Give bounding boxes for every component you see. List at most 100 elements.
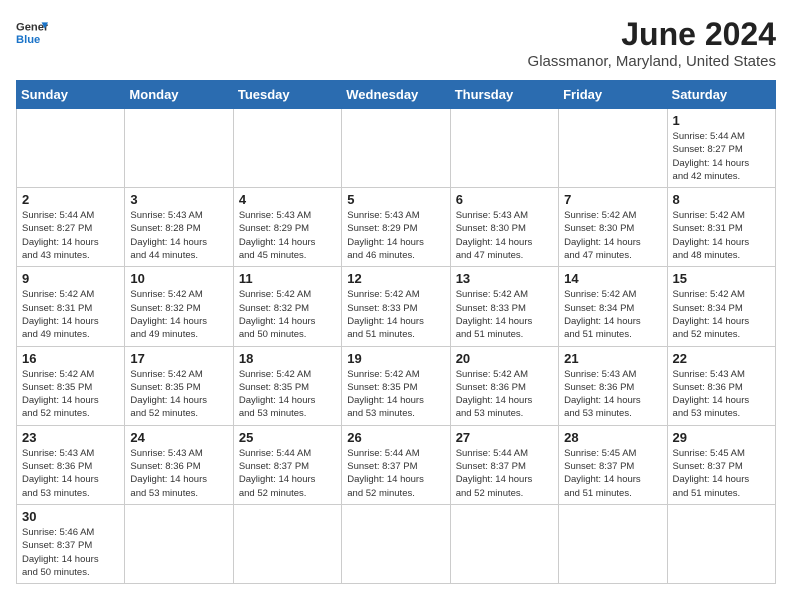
calendar-week-2: 2 Sunrise: 5:44 AM Sunset: 8:27 PM Daylig…	[17, 188, 776, 267]
calendar-week-5: 23 Sunrise: 5:43 AM Sunset: 8:36 PM Dayli…	[17, 425, 776, 504]
day-info: Sunrise: 5:44 AM Sunset: 8:27 PM Dayligh…	[673, 130, 770, 183]
day-info: Sunrise: 5:42 AM Sunset: 8:30 PM Dayligh…	[564, 209, 661, 262]
location-title: Glassmanor, Maryland, United States	[528, 53, 776, 70]
day-number: 12	[347, 271, 444, 286]
day-info: Sunrise: 5:42 AM Sunset: 8:31 PM Dayligh…	[22, 288, 119, 341]
page-header: General Blue June 2024 Glassmanor, Maryl…	[16, 16, 776, 70]
calendar-cell: 11 Sunrise: 5:42 AM Sunset: 8:32 PM Dayli…	[233, 267, 341, 346]
calendar-cell: 21 Sunrise: 5:43 AM Sunset: 8:36 PM Dayli…	[559, 346, 667, 425]
logo-icon: General Blue	[16, 16, 48, 48]
day-number: 19	[347, 351, 444, 366]
calendar-cell	[667, 504, 775, 583]
day-info: Sunrise: 5:42 AM Sunset: 8:31 PM Dayligh…	[673, 209, 770, 262]
day-number: 3	[130, 192, 227, 207]
day-number: 11	[239, 271, 336, 286]
day-number: 30	[22, 509, 119, 524]
day-info: Sunrise: 5:42 AM Sunset: 8:35 PM Dayligh…	[22, 368, 119, 421]
day-number: 25	[239, 430, 336, 445]
day-info: Sunrise: 5:43 AM Sunset: 8:29 PM Dayligh…	[347, 209, 444, 262]
weekday-header-wednesday: Wednesday	[342, 81, 450, 109]
day-info: Sunrise: 5:42 AM Sunset: 8:32 PM Dayligh…	[239, 288, 336, 341]
calendar-cell: 30 Sunrise: 5:46 AM Sunset: 8:37 PM Dayli…	[17, 504, 125, 583]
day-number: 26	[347, 430, 444, 445]
calendar-cell: 4Sunrise: 5:43 AM Sunset: 8:29 PM Daylig…	[233, 188, 341, 267]
weekday-header-monday: Monday	[125, 81, 233, 109]
calendar-cell: 15 Sunrise: 5:42 AM Sunset: 8:34 PM Dayli…	[667, 267, 775, 346]
calendar-header-row: SundayMondayTuesdayWednesdayThursdayFrid…	[17, 81, 776, 109]
day-info: Sunrise: 5:42 AM Sunset: 8:34 PM Dayligh…	[673, 288, 770, 341]
calendar-cell	[125, 109, 233, 188]
calendar-week-6: 30 Sunrise: 5:46 AM Sunset: 8:37 PM Dayli…	[17, 504, 776, 583]
calendar-cell: 16 Sunrise: 5:42 AM Sunset: 8:35 PM Dayli…	[17, 346, 125, 425]
day-number: 21	[564, 351, 661, 366]
calendar-cell	[450, 504, 558, 583]
calendar-cell	[342, 109, 450, 188]
day-number: 8	[673, 192, 770, 207]
logo: General Blue	[16, 16, 48, 48]
calendar-cell: 8 Sunrise: 5:42 AM Sunset: 8:31 PM Daylig…	[667, 188, 775, 267]
calendar-cell: 29 Sunrise: 5:45 AM Sunset: 8:37 PM Dayli…	[667, 425, 775, 504]
day-number: 13	[456, 271, 553, 286]
day-info: Sunrise: 5:46 AM Sunset: 8:37 PM Dayligh…	[22, 526, 119, 579]
calendar-cell: 12Sunrise: 5:42 AM Sunset: 8:33 PM Dayli…	[342, 267, 450, 346]
calendar-week-3: 9 Sunrise: 5:42 AM Sunset: 8:31 PM Daylig…	[17, 267, 776, 346]
title-area: June 2024 Glassmanor, Maryland, United S…	[528, 16, 776, 70]
calendar-cell: 26Sunrise: 5:44 AM Sunset: 8:37 PM Dayli…	[342, 425, 450, 504]
day-number: 10	[130, 271, 227, 286]
day-number: 15	[673, 271, 770, 286]
day-number: 16	[22, 351, 119, 366]
day-info: Sunrise: 5:45 AM Sunset: 8:37 PM Dayligh…	[564, 447, 661, 500]
day-info: Sunrise: 5:44 AM Sunset: 8:27 PM Dayligh…	[22, 209, 119, 262]
day-number: 29	[673, 430, 770, 445]
weekday-header-sunday: Sunday	[17, 81, 125, 109]
day-info: Sunrise: 5:42 AM Sunset: 8:35 PM Dayligh…	[130, 368, 227, 421]
day-number: 23	[22, 430, 119, 445]
day-info: Sunrise: 5:44 AM Sunset: 8:37 PM Dayligh…	[239, 447, 336, 500]
day-number: 17	[130, 351, 227, 366]
weekday-header-thursday: Thursday	[450, 81, 558, 109]
day-info: Sunrise: 5:42 AM Sunset: 8:34 PM Dayligh…	[564, 288, 661, 341]
calendar-cell: 1 Sunrise: 5:44 AM Sunset: 8:27 PM Daylig…	[667, 109, 775, 188]
weekday-header-saturday: Saturday	[667, 81, 775, 109]
day-number: 7	[564, 192, 661, 207]
calendar-cell: 28 Sunrise: 5:45 AM Sunset: 8:37 PM Dayli…	[559, 425, 667, 504]
day-info: Sunrise: 5:42 AM Sunset: 8:35 PM Dayligh…	[239, 368, 336, 421]
day-number: 28	[564, 430, 661, 445]
calendar-cell	[342, 504, 450, 583]
day-info: Sunrise: 5:43 AM Sunset: 8:28 PM Dayligh…	[130, 209, 227, 262]
calendar-cell: 10Sunrise: 5:42 AM Sunset: 8:32 PM Dayli…	[125, 267, 233, 346]
calendar-cell: 3 Sunrise: 5:43 AM Sunset: 8:28 PM Daylig…	[125, 188, 233, 267]
day-number: 1	[673, 113, 770, 128]
calendar-cell	[125, 504, 233, 583]
day-info: Sunrise: 5:43 AM Sunset: 8:30 PM Dayligh…	[456, 209, 553, 262]
day-number: 5	[347, 192, 444, 207]
day-info: Sunrise: 5:43 AM Sunset: 8:36 PM Dayligh…	[130, 447, 227, 500]
weekday-header-friday: Friday	[559, 81, 667, 109]
day-number: 27	[456, 430, 553, 445]
calendar-cell: 13 Sunrise: 5:42 AM Sunset: 8:33 PM Dayli…	[450, 267, 558, 346]
day-number: 9	[22, 271, 119, 286]
calendar-table: SundayMondayTuesdayWednesdayThursdayFrid…	[16, 80, 776, 584]
calendar-cell: 19Sunrise: 5:42 AM Sunset: 8:35 PM Dayli…	[342, 346, 450, 425]
day-info: Sunrise: 5:43 AM Sunset: 8:29 PM Dayligh…	[239, 209, 336, 262]
day-number: 14	[564, 271, 661, 286]
calendar-cell: 20Sunrise: 5:42 AM Sunset: 8:36 PM Dayli…	[450, 346, 558, 425]
day-info: Sunrise: 5:44 AM Sunset: 8:37 PM Dayligh…	[456, 447, 553, 500]
day-number: 18	[239, 351, 336, 366]
calendar-cell: 5 Sunrise: 5:43 AM Sunset: 8:29 PM Daylig…	[342, 188, 450, 267]
day-info: Sunrise: 5:45 AM Sunset: 8:37 PM Dayligh…	[673, 447, 770, 500]
day-info: Sunrise: 5:42 AM Sunset: 8:33 PM Dayligh…	[456, 288, 553, 341]
calendar-cell	[559, 109, 667, 188]
day-info: Sunrise: 5:43 AM Sunset: 8:36 PM Dayligh…	[564, 368, 661, 421]
month-title: June 2024	[528, 16, 776, 53]
calendar-cell	[233, 504, 341, 583]
day-number: 2	[22, 192, 119, 207]
calendar-cell: 7 Sunrise: 5:42 AM Sunset: 8:30 PM Daylig…	[559, 188, 667, 267]
day-info: Sunrise: 5:43 AM Sunset: 8:36 PM Dayligh…	[673, 368, 770, 421]
calendar-cell: 25 Sunrise: 5:44 AM Sunset: 8:37 PM Dayli…	[233, 425, 341, 504]
calendar-cell	[233, 109, 341, 188]
calendar-week-1: 1 Sunrise: 5:44 AM Sunset: 8:27 PM Daylig…	[17, 109, 776, 188]
calendar-cell	[559, 504, 667, 583]
day-number: 22	[673, 351, 770, 366]
calendar-cell: 17 Sunrise: 5:42 AM Sunset: 8:35 PM Dayli…	[125, 346, 233, 425]
